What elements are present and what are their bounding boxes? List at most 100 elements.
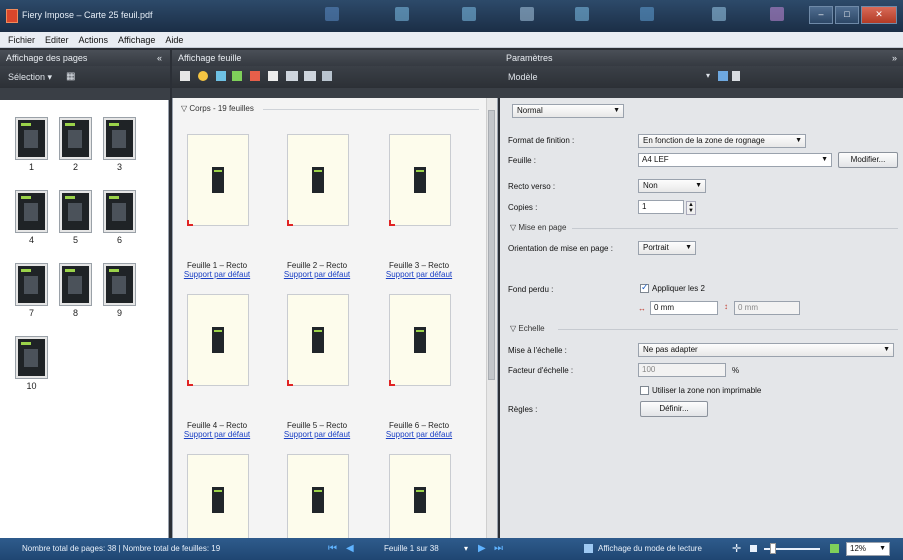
collapse-pages-icon[interactable]: «	[157, 50, 162, 66]
rows-tool-icon[interactable]	[304, 71, 316, 81]
scale-factor-field[interactable]: 100	[638, 363, 726, 377]
maximize-button[interactable]: □	[835, 6, 859, 24]
finish-dropdown[interactable]: En fonction de la zone de rognage ▼	[638, 134, 806, 148]
menu-actions[interactable]: Actions	[79, 35, 109, 45]
page-tool-icon[interactable]	[268, 71, 278, 81]
page-number: 3	[116, 162, 122, 172]
copies-label: Copies :	[508, 203, 538, 212]
sheet-preview[interactable]	[287, 454, 349, 546]
page-number: 9	[116, 308, 122, 318]
collapse-params-icon[interactable]: »	[892, 50, 897, 66]
reading-mode-icon[interactable]	[584, 544, 593, 553]
bleed-apply-checkbox[interactable]	[640, 282, 649, 293]
duplex-label: Recto verso :	[508, 182, 556, 191]
pages-toolbar-gap	[0, 88, 170, 100]
page-thumbnail[interactable]	[16, 264, 47, 305]
flag-tool-icon[interactable]	[322, 71, 332, 81]
model-dropdown-arrow-icon[interactable]: ▾	[706, 71, 710, 80]
sheet-media-link[interactable]: Support par défaut	[177, 430, 257, 439]
page-thumbnail[interactable]	[16, 191, 47, 232]
selection-dropdown[interactable]: Sélection ▾	[8, 72, 52, 83]
page-thumbnail[interactable]	[104, 264, 135, 305]
model-label: Modèle	[508, 72, 538, 82]
zoom-in-icon[interactable]	[830, 544, 839, 553]
bleed-x-field[interactable]: 0 mm	[650, 301, 718, 315]
sheets-scroll-thumb[interactable]	[488, 110, 495, 380]
sheet-media-link[interactable]: Support par défaut	[379, 270, 459, 279]
printable-area-label: Utiliser la zone non imprimable	[652, 386, 762, 395]
copies-field[interactable]: 1	[638, 200, 684, 214]
layout-section-header[interactable]: ▽ Mise en page	[510, 223, 566, 232]
params-panel-header: Paramètres »	[500, 50, 903, 66]
layout-tool-icon[interactable]	[216, 71, 226, 81]
sheet-size-field[interactable]: A4 LEF ▼	[638, 153, 832, 167]
save-model-icon[interactable]	[718, 71, 728, 81]
add-tool-icon[interactable]	[232, 71, 242, 81]
menu-edit[interactable]: Editer	[45, 35, 69, 45]
sheet-preview[interactable]	[187, 454, 249, 546]
delete-model-icon[interactable]	[732, 71, 740, 81]
modify-button[interactable]: Modifier...	[838, 152, 898, 168]
sheet-origin-mark	[287, 220, 293, 226]
orientation-dropdown[interactable]: Portrait ▼	[638, 241, 696, 255]
page-thumbnail[interactable]	[60, 191, 91, 232]
sheet-preview[interactable]	[389, 294, 451, 386]
preset-dropdown[interactable]: Normal ▼	[512, 104, 624, 118]
last-sheet-icon[interactable]: ⏭	[494, 543, 503, 554]
page-number: 2	[72, 162, 78, 172]
fit-page-icon[interactable]: ✛	[732, 542, 741, 555]
menu-view[interactable]: Affichage	[118, 35, 155, 45]
sheets-scrollbar[interactable]	[486, 98, 497, 538]
prev-sheet-icon[interactable]: ◀	[346, 543, 354, 554]
page-thumbnail[interactable]	[104, 191, 135, 232]
scale-mode-dropdown[interactable]: Ne pas adapter ▼	[638, 343, 894, 357]
sheet-preview[interactable]	[287, 134, 349, 226]
sheet-media-link[interactable]: Support par défaut	[277, 430, 357, 439]
rules-define-button[interactable]: Définir...	[640, 401, 708, 417]
zoom-out-icon[interactable]	[750, 545, 757, 552]
sheet-label: Feuille 3 – Recto	[388, 261, 450, 270]
columns-tool-icon[interactable]	[286, 71, 298, 81]
sheets-panel-header: Affichage feuille	[172, 50, 500, 66]
zoom-slider-handle[interactable]	[770, 543, 776, 554]
minimize-button[interactable]: –	[809, 6, 833, 24]
page-thumbnail[interactable]	[60, 264, 91, 305]
taskbar-decoration-icon	[712, 7, 726, 21]
body-group-header[interactable]: ▽ Corps - 19 feuilles	[181, 104, 254, 113]
scale-section-header[interactable]: ▽ Echelle	[510, 324, 545, 333]
page-number: 8	[72, 308, 78, 318]
status-bar: Nombre total de pages: 38 | Nombre total…	[0, 538, 903, 560]
copies-stepper[interactable]: ▲ ▼	[686, 201, 696, 215]
first-sheet-icon[interactable]: ⏮	[328, 543, 337, 554]
sheet-preview[interactable]	[389, 454, 451, 546]
menu-file[interactable]: Fichier	[8, 35, 35, 45]
page-thumbnail[interactable]	[16, 118, 47, 159]
light-tool-icon[interactable]	[198, 71, 208, 81]
sheet-preview[interactable]	[287, 294, 349, 386]
menu-help[interactable]: Aide	[165, 35, 183, 45]
close-button[interactable]: ✕	[861, 6, 897, 24]
printable-area-checkbox[interactable]	[640, 386, 649, 395]
page-thumbnail[interactable]	[60, 118, 91, 159]
marker-tool-icon[interactable]	[250, 71, 260, 81]
menu-bar: Fichier Editer Actions Affichage Aide	[0, 32, 903, 48]
page-thumbnail[interactable]	[16, 337, 47, 378]
bleed-x-value: 0 mm	[654, 303, 674, 312]
sheet-label: Feuille 2 – Recto	[286, 261, 348, 270]
zoom-field[interactable]: 12% ▼	[846, 542, 890, 556]
sheet-media-link[interactable]: Support par défaut	[177, 270, 257, 279]
sheet-preview[interactable]	[187, 294, 249, 386]
pointer-tool-icon[interactable]	[180, 71, 190, 81]
sheet-preview[interactable]	[187, 134, 249, 226]
grid-view-icon[interactable]: ▦	[66, 71, 75, 82]
sheet-media-link[interactable]: Support par défaut	[379, 430, 459, 439]
next-sheet-icon[interactable]: ▶	[478, 543, 486, 554]
page-thumbnail[interactable]	[104, 118, 135, 159]
sheet-preview[interactable]	[389, 134, 451, 226]
sheet-media-link[interactable]: Support par défaut	[277, 270, 357, 279]
pages-panel-title: Affichage des pages	[6, 53, 88, 63]
sheet-nav-dropdown-icon[interactable]: ▾	[464, 544, 468, 553]
duplex-dropdown[interactable]: Non ▼	[638, 179, 706, 193]
bleed-y-field[interactable]: 0 mm	[734, 301, 800, 315]
page-content-image	[312, 167, 324, 193]
